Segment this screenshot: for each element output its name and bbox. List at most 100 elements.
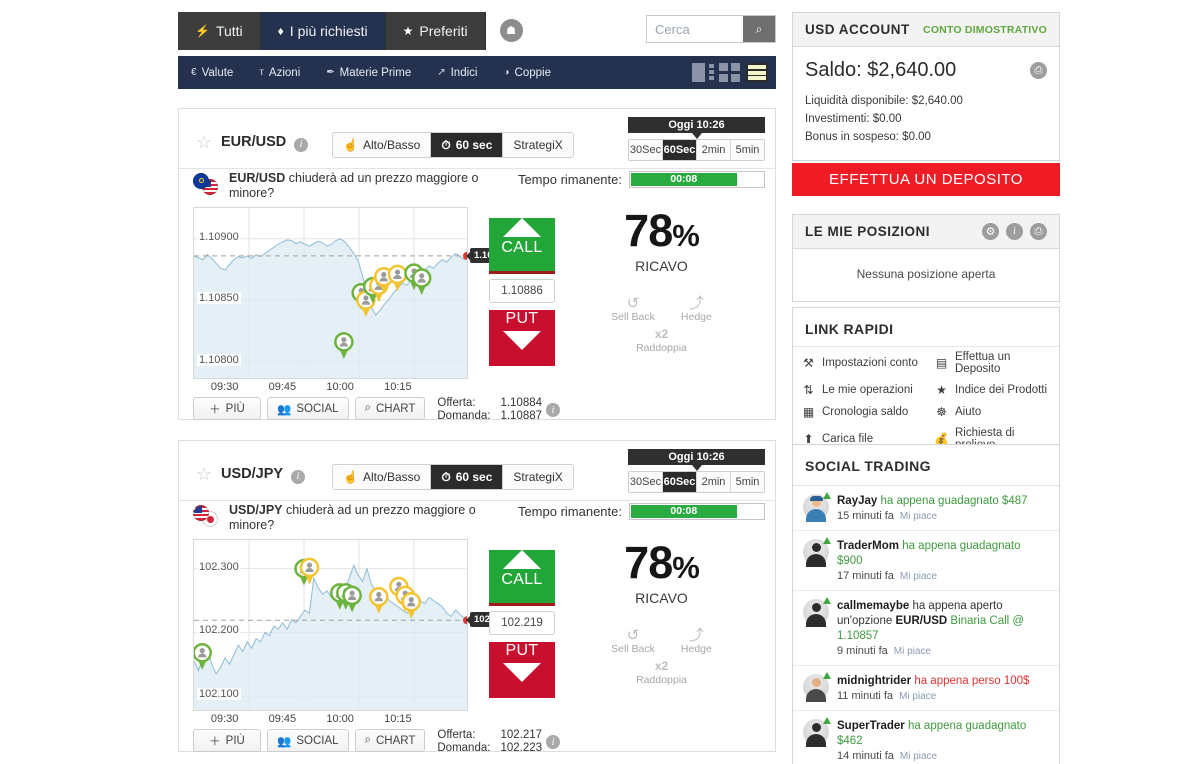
call-button[interactable]: CALL bbox=[489, 550, 555, 606]
double-action[interactable]: x2 Raddoppia bbox=[574, 327, 749, 354]
sell-back-action[interactable]: ↺ Sell Back bbox=[611, 296, 655, 323]
eu-flag-icon bbox=[193, 173, 209, 189]
gear-icon[interactable]: ⚙ bbox=[982, 223, 999, 240]
card-body: EUR/USD chiuderà ad un prezzo maggiore o… bbox=[179, 169, 775, 422]
duration-2min[interactable]: 2min bbox=[697, 472, 731, 492]
strike-price-field[interactable]: 102.219 bbox=[489, 611, 555, 635]
account-panel: USD ACCOUNT CONTO DIMOSTRATIVO Saldo: $2… bbox=[792, 12, 1060, 161]
option-type-60sec[interactable]: ⏱ 60 sec bbox=[431, 133, 504, 157]
strike-price-field[interactable]: 1.10886 bbox=[489, 279, 555, 303]
list-detail-view-icon[interactable] bbox=[692, 63, 714, 82]
search-input[interactable] bbox=[647, 16, 743, 42]
social-button[interactable]: 👥 SOCIAL bbox=[267, 397, 349, 420]
option-type-60sec[interactable]: ⏱ 60 sec bbox=[431, 465, 504, 489]
tab-preferiti[interactable]: ★ Preferiti bbox=[385, 12, 486, 50]
camera-icon[interactable]: ☗ bbox=[499, 19, 523, 42]
option-type-label: StrategiX bbox=[513, 470, 563, 484]
double-icon: x2 bbox=[654, 659, 669, 673]
time-remaining-label: Tempo rimanente: bbox=[517, 172, 622, 187]
social-username[interactable]: SuperTrader bbox=[837, 720, 905, 732]
sell-back-action[interactable]: ↺ Sell Back bbox=[611, 628, 655, 655]
payout-block: 78% RICAVO ↺ Sell Back ⤴ Hedge x2 Raddop… bbox=[574, 539, 749, 687]
social-username[interactable]: TraderMom bbox=[837, 540, 899, 552]
like-button[interactable]: Mi piace bbox=[900, 751, 937, 762]
quick-link-indice-prodotti[interactable]: ★ Indice dei Prodotti bbox=[926, 379, 1059, 401]
asset-info-icon[interactable]: i bbox=[294, 137, 308, 152]
hedge-action[interactable]: ⤴ Hedge bbox=[681, 296, 712, 323]
like-button[interactable]: Mi piace bbox=[900, 511, 937, 522]
print-icon[interactable]: ⎙ bbox=[1030, 62, 1047, 79]
positions-header-icons: ⚙ i ⎙ bbox=[982, 223, 1047, 240]
option-type-strategix[interactable]: StrategiX bbox=[503, 133, 573, 157]
like-button[interactable]: Mi piace bbox=[899, 691, 936, 702]
nav-item-valute[interactable]: € Valute bbox=[178, 67, 246, 79]
duration-2min[interactable]: 2min bbox=[697, 140, 731, 160]
nav-item-materie-prime[interactable]: ✒ Materie Prime bbox=[313, 67, 424, 79]
quick-link-aiuto[interactable]: ☸ Aiuto bbox=[926, 401, 1059, 423]
duration-30sec[interactable]: 30Sec bbox=[629, 472, 663, 492]
duration-60sec[interactable]: 60Sec bbox=[663, 140, 697, 160]
bid-value: 102.217 bbox=[500, 729, 543, 741]
put-button[interactable]: PUT bbox=[489, 310, 555, 366]
quick-link-effettua-deposito[interactable]: ▤ Effettua un Deposito bbox=[926, 347, 1059, 379]
price-chart-usdjpy[interactable] bbox=[193, 539, 468, 711]
lifering-icon: ☸ bbox=[936, 405, 947, 419]
call-button[interactable]: CALL bbox=[489, 218, 555, 274]
card-actions: ＋ PIÙ 👥 SOCIAL ⌕ CHART Offerta: 102.217 bbox=[193, 729, 561, 755]
chart-button[interactable]: ⌕ CHART bbox=[354, 729, 426, 752]
favorite-star-icon[interactable]: ☆ bbox=[196, 465, 212, 483]
social-feed-text: TraderMom ha appena guadagnato $900 bbox=[837, 539, 1049, 569]
more-button[interactable]: ＋ PIÙ bbox=[193, 397, 261, 420]
duration-5min[interactable]: 5min bbox=[731, 472, 764, 492]
quick-link-label: Aiuto bbox=[955, 406, 982, 418]
quick-link-le-mie-operazioni[interactable]: ⇅ Le mie operazioni bbox=[793, 379, 926, 401]
expiry-selector: Oggi 10:26 30Sec 60Sec 2min 5min bbox=[628, 449, 765, 493]
stopwatch-icon: ⏱ bbox=[441, 137, 451, 152]
quick-link-impostazioni-conto[interactable]: ⚒ Impostazioni conto bbox=[793, 347, 926, 379]
favorite-star-icon[interactable]: ☆ bbox=[196, 133, 212, 151]
duration-30sec[interactable]: 30Sec bbox=[629, 140, 663, 160]
account-balance: Saldo: $2,640.00 bbox=[805, 59, 957, 81]
chart-x-axis: 09:30 09:45 10:00 10:15 bbox=[193, 381, 468, 395]
search-icon[interactable]: ⌕ bbox=[743, 16, 775, 42]
nav-item-indici[interactable]: ↗ Indici bbox=[424, 67, 490, 79]
bid-ask-info-icon[interactable]: i bbox=[546, 735, 561, 749]
social-username[interactable]: RayJay bbox=[837, 495, 877, 507]
price-chart-eurusd[interactable] bbox=[193, 207, 468, 379]
card-body: USD/JPY chiuderà ad un prezzo maggiore o… bbox=[179, 501, 775, 755]
quick-links-panel: LINK RAPIDI ⚒ Impostazioni conto ▤ Effet… bbox=[792, 307, 1060, 456]
rows-view-icon[interactable] bbox=[746, 63, 768, 82]
hedge-action[interactable]: ⤴ Hedge bbox=[681, 628, 712, 655]
more-button[interactable]: ＋ PIÙ bbox=[193, 729, 261, 752]
deposit-button[interactable]: EFFETTUA UN DEPOSITO bbox=[792, 163, 1060, 196]
info-icon[interactable]: i bbox=[1006, 223, 1023, 240]
put-button[interactable]: PUT bbox=[489, 642, 555, 698]
tab-i-piu-richiesti[interactable]: ♦ I più richiesti bbox=[260, 12, 386, 50]
chart-x-axis: 09:30 09:45 10:00 10:15 bbox=[193, 713, 468, 727]
option-type-altobasso[interactable]: ☝ Alto/Basso bbox=[333, 465, 432, 489]
bid-ask-info-icon[interactable]: i bbox=[546, 403, 561, 417]
flame-icon: ♦ bbox=[277, 24, 284, 38]
print-icon[interactable]: ⎙ bbox=[1030, 223, 1047, 240]
tab-tutti[interactable]: ⚡ Tutti bbox=[178, 12, 261, 50]
duration-60sec[interactable]: 60Sec bbox=[663, 472, 697, 492]
nav-item-coppie[interactable]: ◑ Coppie bbox=[490, 67, 564, 79]
social-button[interactable]: 👥 SOCIAL bbox=[267, 729, 349, 752]
chart-button[interactable]: ⌕ CHART bbox=[354, 397, 426, 420]
asset-info-icon[interactable]: i bbox=[291, 469, 305, 484]
nav-item-azioni[interactable]: ᴛ Azioni bbox=[246, 67, 313, 79]
bid-ask-block: Offerta: 102.217 Domanda: 102.223 i bbox=[437, 729, 561, 755]
chart-x-tick: 09:45 bbox=[268, 713, 297, 725]
like-button[interactable]: Mi piace bbox=[894, 646, 931, 657]
avatar bbox=[803, 537, 831, 567]
social-username[interactable]: callmemaybe bbox=[837, 600, 909, 612]
option-type-altobasso[interactable]: ☝ Alto/Basso bbox=[333, 133, 432, 157]
quick-link-cronologia-saldo[interactable]: ▦ Cronologia saldo bbox=[793, 401, 926, 423]
social-username[interactable]: midnightrider bbox=[837, 675, 911, 687]
thumbs-icon: ☝ bbox=[343, 138, 358, 152]
option-type-strategix[interactable]: StrategiX bbox=[503, 465, 573, 489]
like-button[interactable]: Mi piace bbox=[900, 571, 937, 582]
duration-5min[interactable]: 5min bbox=[731, 140, 764, 160]
grid-view-icon[interactable] bbox=[719, 63, 741, 82]
double-action[interactable]: x2 Raddoppia bbox=[574, 659, 749, 686]
